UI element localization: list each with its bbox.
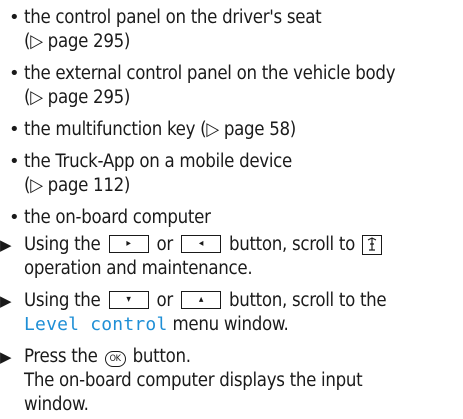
up-arrow-key-icon: ▴: [180, 291, 221, 309]
bullet: •: [9, 119, 20, 140]
step-text-continued: operation and maintenance.: [24, 258, 253, 279]
step-text: Using the ▸ or ◂ button, scroll to: [24, 233, 382, 257]
manual-page: • the control panel on the driver's seat…: [0, 0, 463, 419]
bullet: •: [9, 7, 20, 28]
ok-key-icon: OK: [104, 351, 126, 367]
list-item-text: the external control panel on the vehicl…: [24, 63, 396, 84]
result-text-continued: window.: [24, 394, 89, 415]
step-arrow-icon: ▶: [0, 348, 12, 366]
page-reference: (▷ page 295): [24, 87, 131, 108]
step-text: Press the OK button.: [24, 346, 191, 367]
step-arrow-icon: ▶: [0, 292, 12, 310]
list-item-text: the on-board computer: [24, 207, 211, 228]
truck-maintenance-icon: [361, 235, 382, 255]
list-item-text: the control panel on the driver's seat: [24, 7, 322, 28]
list-item-text: the multifunction key (▷ page 58): [24, 119, 296, 140]
page-reference: (▷ page 295): [24, 31, 131, 52]
bullet: •: [9, 151, 20, 172]
right-arrow-key-icon: ▸: [108, 235, 149, 253]
down-arrow-key-icon: ▾: [108, 291, 149, 309]
page-reference: (▷ page 112): [24, 175, 131, 196]
step-text-continued: Level control menu window.: [24, 314, 289, 335]
step-arrow-icon: ▶: [0, 236, 12, 254]
bullet: •: [9, 207, 20, 228]
left-arrow-key-icon: ◂: [180, 235, 221, 253]
list-item-text: the Truck-App on a mobile device: [24, 151, 292, 172]
step-text: Using the ▾ or ▴ button, scroll to the: [24, 290, 387, 311]
menu-name: Level control: [24, 314, 168, 335]
bullet: •: [9, 63, 20, 84]
result-text: The on-board computer displays the input: [24, 370, 363, 391]
